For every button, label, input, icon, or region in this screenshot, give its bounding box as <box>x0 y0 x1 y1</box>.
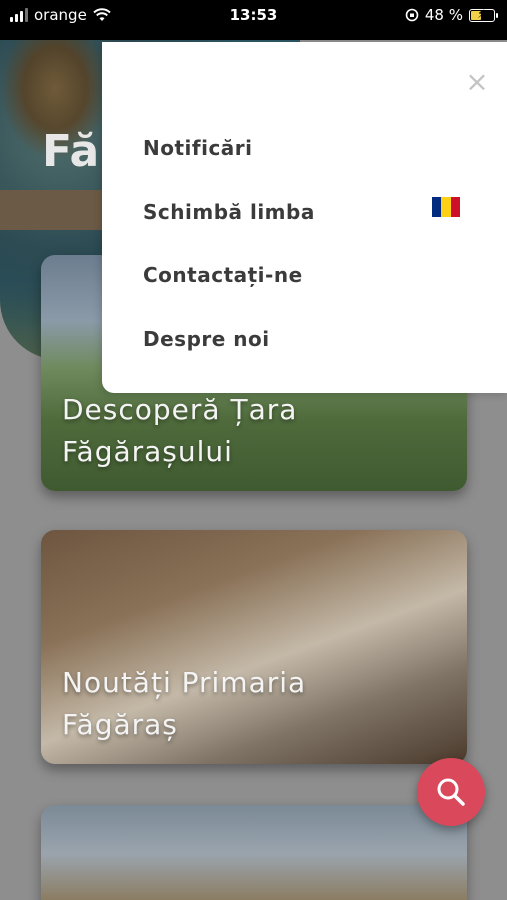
card-title-line: Făgăraș <box>62 708 178 741</box>
card-title: Noutăți Primaria Făgăraș <box>62 662 447 746</box>
battery-icon: ⚡ <box>469 7 498 22</box>
card-title-line: Descoperă Țara <box>62 393 298 426</box>
battery-percent: 48 % <box>424 6 463 24</box>
menu-item-contact[interactable]: Contactați-ne <box>143 263 303 287</box>
orientation-lock-icon <box>405 8 419 22</box>
menu-item-despre[interactable]: Despre noi <box>143 327 270 351</box>
status-bar: orange 13:53 48 % ⚡ <box>0 0 507 40</box>
close-icon[interactable]: × <box>465 68 489 96</box>
status-right: 48 % ⚡ <box>405 6 498 24</box>
card-title-line: Noutăți Primaria <box>62 666 307 699</box>
card-noutati[interactable]: Noutăți Primaria Făgăraș <box>41 530 467 764</box>
menu-item-schimba-limba[interactable]: Schimbă limba <box>143 200 315 224</box>
card-title-line: Făgărașului <box>62 435 233 468</box>
card-city[interactable] <box>41 805 467 900</box>
side-menu: × Notificări Schimbă limba Contactați-ne… <box>102 42 507 393</box>
card-title: Descoperă Țara Făgărașului <box>62 389 447 473</box>
romania-flag-icon[interactable] <box>432 197 460 217</box>
menu-item-notificari[interactable]: Notificări <box>143 136 253 160</box>
search-icon <box>437 778 465 806</box>
hero-title: Fă <box>42 126 100 177</box>
search-button[interactable] <box>417 758 485 826</box>
